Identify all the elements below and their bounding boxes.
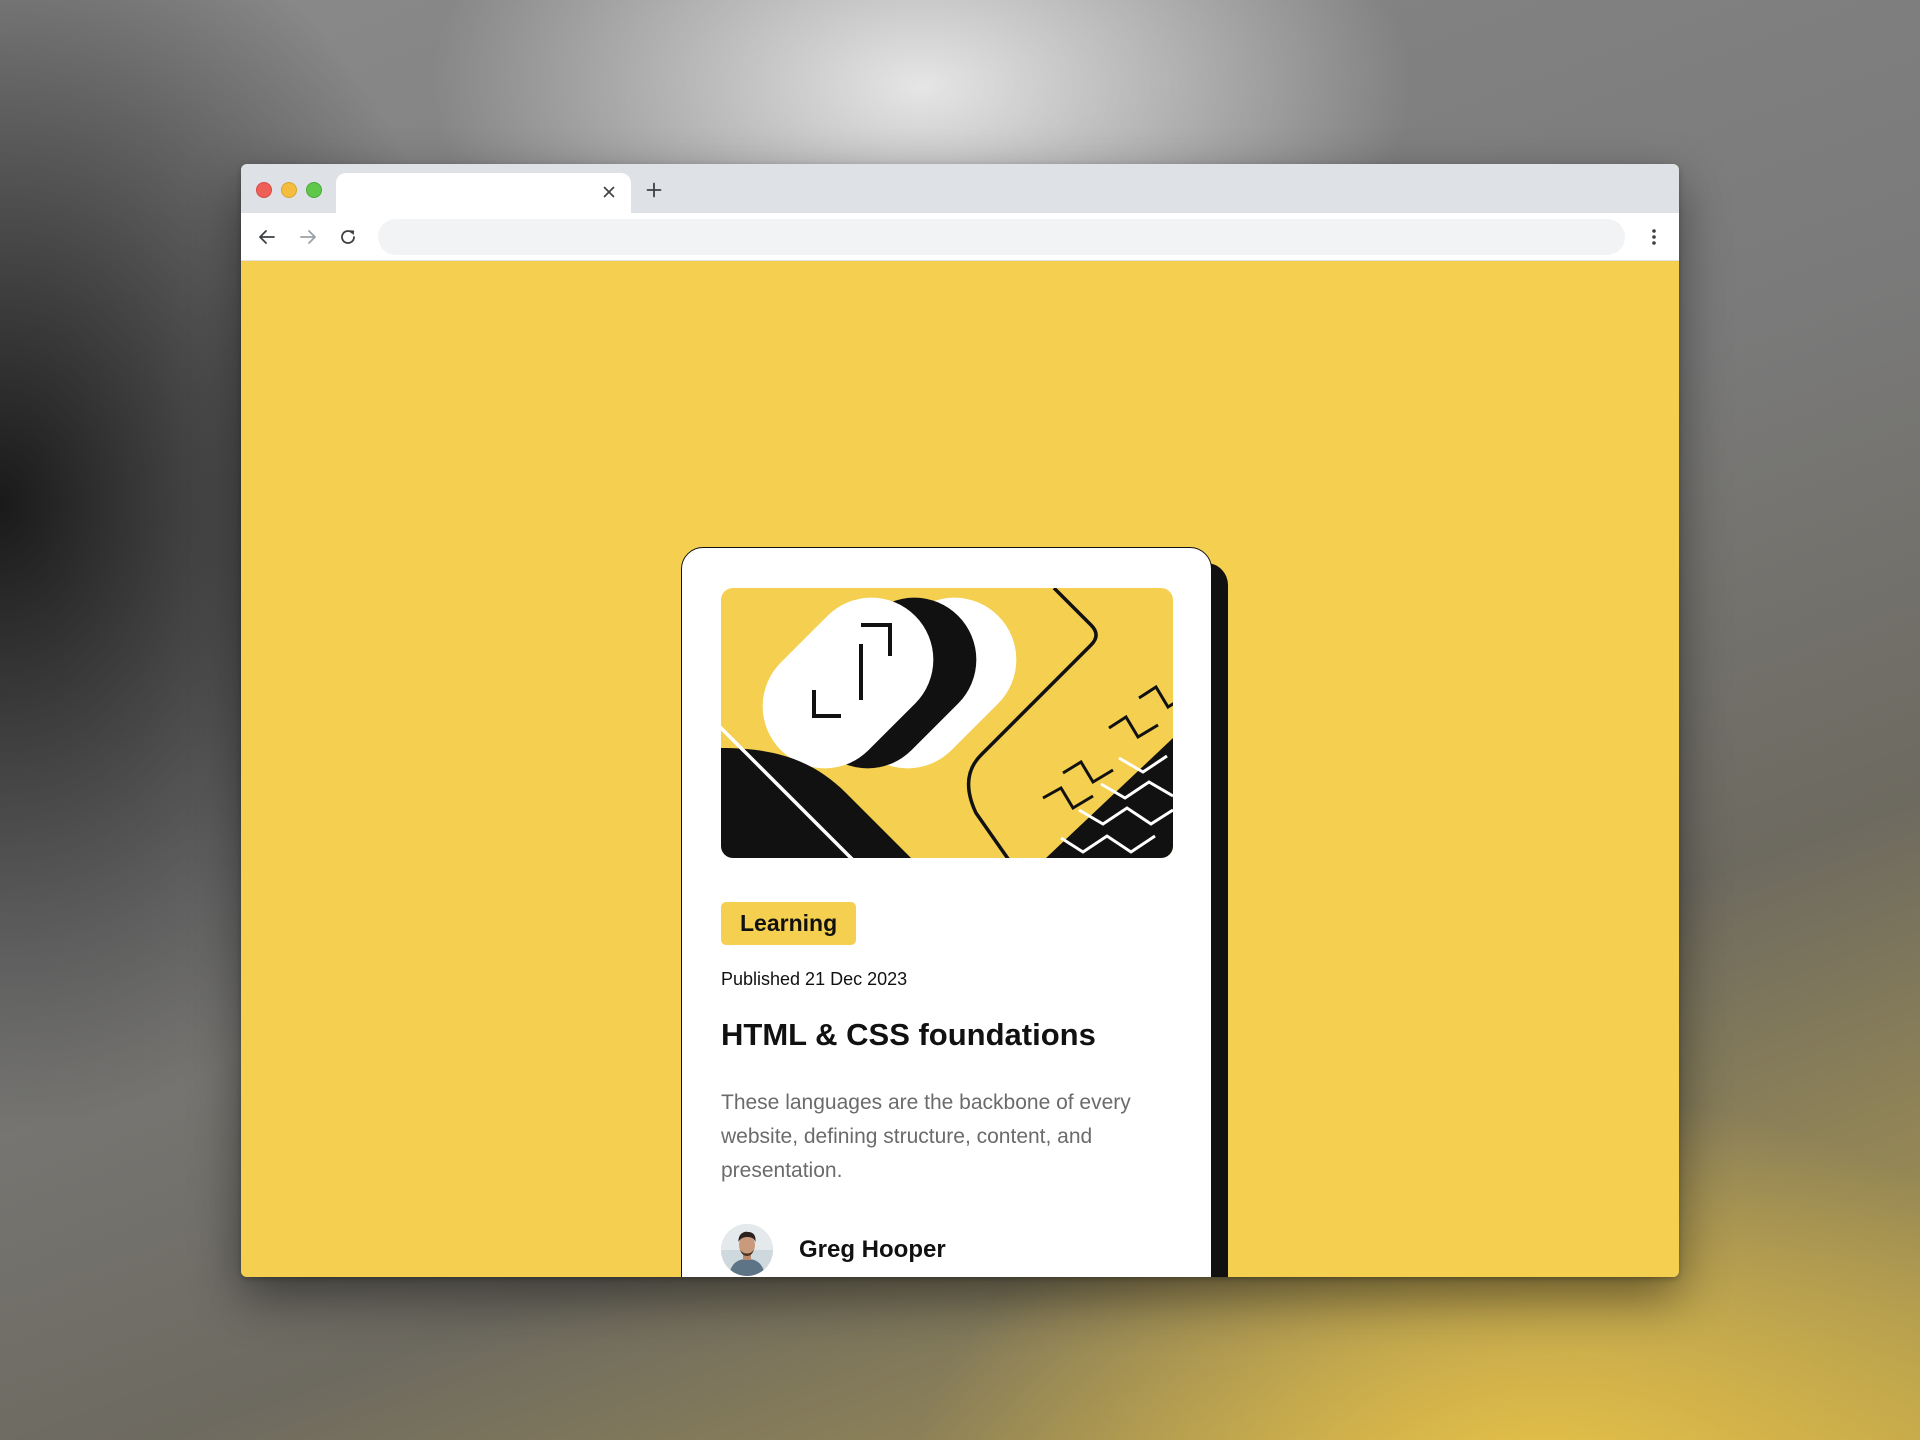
- arrow-left-icon[interactable]: [255, 225, 279, 249]
- reload-icon[interactable]: [336, 225, 360, 249]
- card-title[interactable]: HTML & CSS foundations: [721, 1017, 1096, 1053]
- card-description: These languages are the backbone of ever…: [721, 1091, 1131, 1182]
- maximize-window-button[interactable]: [306, 182, 322, 198]
- close-icon[interactable]: [599, 182, 619, 202]
- address-bar[interactable]: [378, 219, 1625, 255]
- hero-illustration: [721, 588, 1173, 858]
- author: Greg Hooper: [721, 1224, 946, 1276]
- tab-strip: [241, 164, 1679, 213]
- arrow-right-icon[interactable]: [296, 225, 320, 249]
- plus-icon[interactable]: [641, 177, 667, 203]
- page-viewport: Learning Published 21 Dec 2023 HTML & CS…: [241, 261, 1679, 1277]
- blog-preview-card: Learning Published 21 Dec 2023 HTML & CS…: [681, 547, 1228, 1277]
- category-badge: Learning: [721, 902, 857, 945]
- avatar: [721, 1224, 773, 1276]
- published-date: Published 21 Dec 2023: [721, 969, 908, 989]
- kebab-menu-icon[interactable]: [1643, 225, 1665, 249]
- browser-window: Learning Published 21 Dec 2023 HTML & CS…: [241, 164, 1679, 1277]
- card-body: Learning Published 21 Dec 2023 HTML & CS…: [681, 547, 1212, 1277]
- author-name: Greg Hooper: [799, 1236, 946, 1263]
- minimize-window-button[interactable]: [281, 182, 297, 198]
- tab-active[interactable]: [336, 173, 631, 213]
- browser-toolbar: [241, 213, 1679, 261]
- close-window-button[interactable]: [256, 182, 272, 198]
